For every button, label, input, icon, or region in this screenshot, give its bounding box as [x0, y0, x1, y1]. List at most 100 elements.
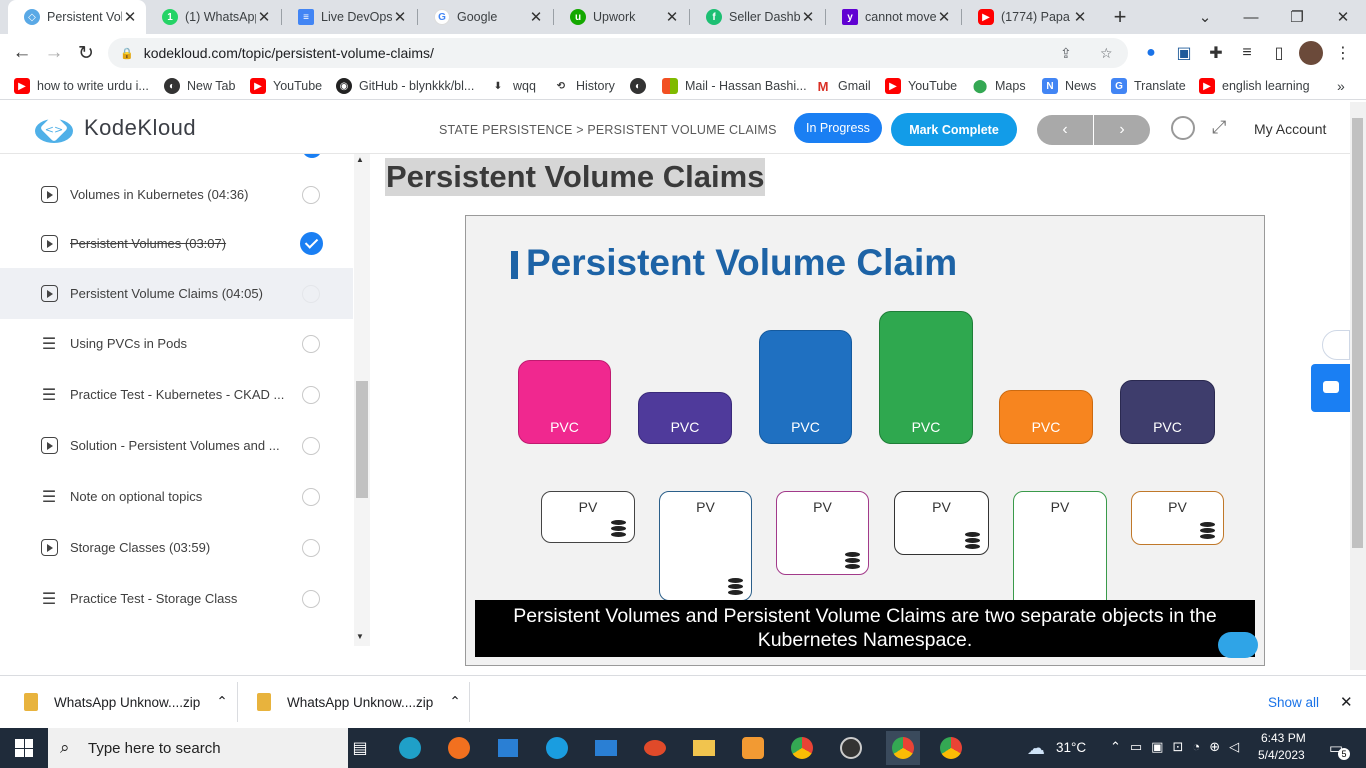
close-tab-icon[interactable]: ✕	[664, 8, 680, 26]
file-explorer-icon[interactable]	[690, 734, 718, 762]
page-scroll-thumb[interactable]	[1352, 118, 1363, 548]
bookmark-item[interactable]: ◐	[630, 76, 653, 96]
completion-checkbox[interactable]	[302, 487, 320, 506]
breadcrumb[interactable]: STATE PERSISTENCE > PERSISTENT VOLUME CL…	[439, 123, 777, 137]
scroll-up-arrow-icon[interactable]: ▲	[356, 155, 364, 164]
close-tab-icon[interactable]: ✕	[256, 8, 272, 26]
tab-search-icon[interactable]: ⌄	[1182, 0, 1228, 34]
forward-icon[interactable]: →	[41, 41, 67, 65]
bookmark-item[interactable]: ▶ how to write urdu i...	[14, 76, 149, 96]
lesson-item[interactable]: Persistent Volumes (03:07)	[0, 218, 353, 269]
bookmark-star-icon[interactable]: ☆	[1100, 45, 1113, 62]
dark-mode-icon[interactable]	[1171, 116, 1195, 140]
bookmark-item[interactable]: N News	[1042, 76, 1096, 96]
profile-avatar[interactable]	[1299, 41, 1323, 65]
download-item[interactable]: WhatsApp Unknow....zip ⌃	[24, 676, 236, 728]
close-downloads-icon[interactable]: ✕	[1340, 676, 1353, 728]
close-window-icon[interactable]: ✕	[1320, 0, 1366, 34]
chrome-profile-icon[interactable]	[937, 734, 965, 762]
reload-icon[interactable]: ↻	[73, 41, 99, 65]
bookmark-item[interactable]: ⬇ wqq	[490, 76, 536, 96]
lesson-item[interactable]: ☰ Practice Test - Kubernetes - CKAD ...	[0, 369, 353, 420]
clock-date[interactable]: 5/4/2023	[1258, 748, 1305, 762]
my-account-link[interactable]: My Account	[1254, 121, 1326, 137]
mark-complete-button[interactable]: Mark Complete	[891, 113, 1017, 146]
download-item[interactable]: WhatsApp Unknow....zip ⌃	[257, 676, 469, 728]
tray-icons[interactable]: ⌃▭▣⊡◔⊕◁	[1110, 739, 1248, 755]
bookmark-item[interactable]: ⬤ Maps	[972, 76, 1026, 96]
mail-icon[interactable]	[592, 734, 620, 762]
completion-checkbox[interactable]	[302, 334, 320, 353]
lesson-item[interactable]: ☰ Note on optional topics	[0, 471, 353, 522]
weather-icon[interactable]: ☁	[1022, 734, 1050, 762]
app-icon[interactable]	[641, 734, 669, 762]
lesson-item[interactable]: Storage Classes (03:59)	[0, 522, 353, 573]
completion-checkbox[interactable]	[302, 284, 320, 303]
completion-checkbox[interactable]	[302, 385, 320, 404]
bookmark-item[interactable]: ◉ GitHub - blynkkk/bl...	[336, 76, 474, 96]
lesson-item[interactable]: Solution - Persistent Volumes and ...	[0, 420, 353, 471]
taskbar-search-box[interactable]: ⌕ Type here to search	[48, 728, 348, 768]
close-tab-icon[interactable]: ✕	[392, 8, 408, 26]
completion-checkbox[interactable]	[302, 436, 320, 455]
task-view-icon[interactable]: ▤	[346, 734, 374, 762]
voice-mic-icon[interactable]	[1322, 330, 1350, 360]
bookmark-item[interactable]: ▶ YouTube	[885, 76, 957, 96]
obs-icon[interactable]	[837, 734, 865, 762]
show-all-button[interactable]: Show all	[1268, 676, 1319, 728]
brand-name[interactable]: KodeKloud	[84, 115, 196, 141]
tab-upwork[interactable]: u Upwork ✕	[554, 0, 688, 34]
more-bookmarks-icon[interactable]: »	[1337, 76, 1345, 96]
tab-cannot-move[interactable]: y cannot move ✕	[826, 0, 960, 34]
lesson-item[interactable]: Volumes in Kubernetes (04:36)	[0, 169, 353, 220]
completion-checkbox[interactable]	[302, 185, 320, 204]
restore-icon[interactable]: ❐	[1274, 0, 1320, 34]
bookmark-item[interactable]: ◐ New Tab	[164, 76, 235, 96]
close-tab-icon[interactable]: ✕	[936, 8, 952, 26]
bookmark-item[interactable]: Mail - Hassan Bashi...	[662, 76, 807, 96]
minimize-icon[interactable]: —	[1228, 0, 1274, 34]
app-icon[interactable]	[739, 734, 767, 762]
previous-lesson-button[interactable]: ‹	[1037, 115, 1093, 145]
close-tab-icon[interactable]: ✕	[800, 8, 816, 26]
close-tab-icon[interactable]: ✕	[1072, 8, 1088, 26]
media-icon[interactable]: ≡	[1234, 41, 1260, 65]
clock-time[interactable]: 6:43 PM	[1261, 731, 1306, 745]
address-bar[interactable]: 🔒 kodekloud.com/topic/persistent-volume-…	[108, 38, 1128, 68]
sidebar-scroll-thumb[interactable]	[356, 381, 368, 498]
bookmark-item[interactable]: G Translate	[1111, 76, 1186, 96]
menu-icon[interactable]: ⋮	[1330, 41, 1356, 65]
extensions-icon[interactable]: ✚	[1203, 41, 1229, 65]
fullscreen-icon[interactable]: ⤢	[1212, 117, 1234, 139]
completion-checkbox[interactable]	[302, 589, 320, 608]
completion-checkbox[interactable]	[302, 538, 320, 557]
tab-persistent-volumes[interactable]: ◇ Persistent Vol ✕	[8, 0, 146, 34]
chevron-up-icon[interactable]: ⌃	[216, 694, 227, 710]
firefox-icon[interactable]	[445, 734, 473, 762]
completed-check-icon[interactable]	[300, 232, 323, 255]
tab-seller-dashboard[interactable]: f Seller Dashbo ✕	[690, 0, 824, 34]
tab-live-devops[interactable]: ≡ Live DevOps ✕	[282, 0, 416, 34]
share-icon[interactable]: ⇪	[1060, 45, 1072, 62]
close-tab-icon[interactable]: ✕	[122, 8, 138, 26]
tab-google[interactable]: G Google ✕	[418, 0, 552, 34]
tab-youtube[interactable]: ▶ (1774) Papa J ✕	[962, 0, 1096, 34]
bookmark-item[interactable]: M Gmail	[815, 76, 871, 96]
skype-icon[interactable]	[543, 734, 571, 762]
chevron-up-icon[interactable]: ⌃	[449, 694, 460, 710]
back-icon[interactable]: ←	[9, 41, 35, 65]
bookmark-item[interactable]: ▶ english learning	[1199, 76, 1310, 96]
bookmark-item[interactable]: ⟲ History	[553, 76, 615, 96]
kodekloud-logo-icon[interactable]: <>	[34, 114, 74, 144]
tab-whatsapp[interactable]: 1 (1) WhatsApp ✕	[146, 0, 280, 34]
download-extension-icon[interactable]: ▣	[1171, 41, 1197, 65]
chrome-icon[interactable]	[788, 734, 816, 762]
video-player[interactable]: Persistent Volume Claim PVC PVC PVC PVC …	[465, 215, 1265, 666]
next-lesson-button[interactable]: ›	[1094, 115, 1150, 145]
scroll-down-arrow-icon[interactable]: ▼	[356, 632, 364, 641]
weather-temperature[interactable]: 31°C	[1056, 740, 1086, 755]
store-icon[interactable]	[494, 734, 522, 762]
lesson-item-current[interactable]: Persistent Volume Claims (04:05)	[0, 268, 353, 319]
windows-start-icon[interactable]	[10, 734, 38, 762]
chat-icon[interactable]	[1311, 364, 1350, 412]
